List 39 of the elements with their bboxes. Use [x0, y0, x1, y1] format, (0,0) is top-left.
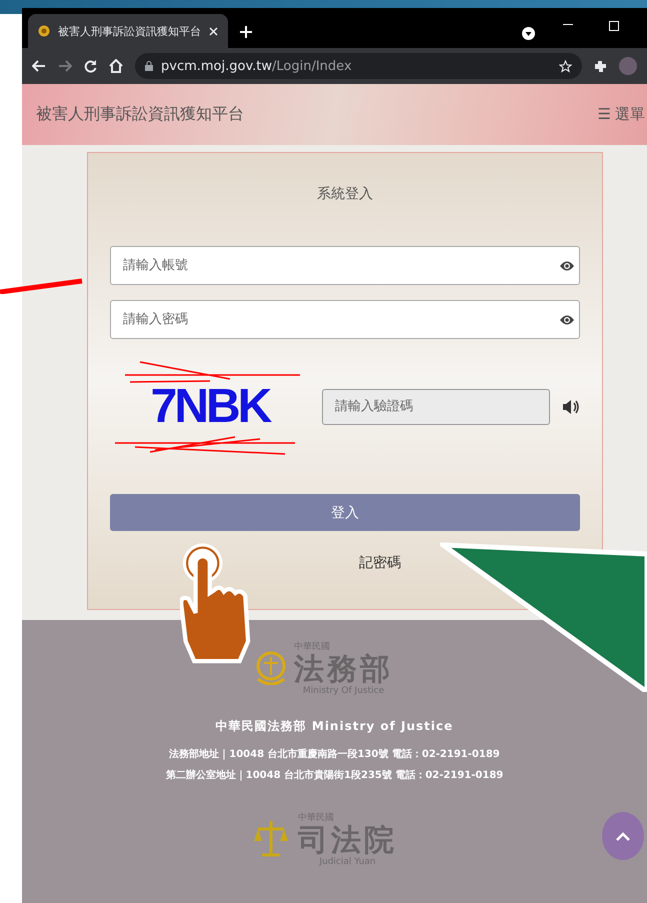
address-bar[interactable]: pvcm.moj.gov.tw/Login/Index — [135, 53, 582, 79]
input-field[interactable]: 請輸入密碼 — [121, 311, 559, 328]
forgot-password-link[interactable]: 記密碼 — [359, 554, 401, 572]
site-title: 被害人刑事訴訟資訊獲知平台 — [36, 104, 244, 125]
puzzle-icon[interactable] — [594, 60, 607, 72]
ministry-name: 中華民國法務部 Ministry of Justice — [216, 718, 454, 735]
eye-icon[interactable] — [559, 314, 575, 326]
chevron-up-icon — [616, 832, 630, 840]
new-tab-icon[interactable] — [240, 26, 252, 38]
url-text: pvcm.moj.gov.tw/Login/Index — [161, 58, 353, 74]
address-line: 法務部地址｜10048 台北市重慶南路一段130號 電話：02-2191-0189 — [169, 747, 500, 761]
tab-title: 被害人刑事訴訟資訊獲知平台 — [58, 24, 201, 38]
dropdown-icon[interactable] — [522, 27, 535, 40]
input-field[interactable]: 請輸入帳號 — [110, 246, 580, 285]
input-field[interactable]: 請輸入密碼 — [110, 300, 580, 339]
reload-icon[interactable] — [84, 60, 97, 72]
back-icon[interactable] — [32, 60, 46, 72]
address-line: 第二辦公室地址｜10048 台北市貴陽街1段235號 電話：02-2191-0189 — [166, 768, 504, 782]
home-icon[interactable] — [109, 59, 123, 73]
login-title: 系統登入 — [316, 185, 374, 203]
emblem-icon — [256, 651, 286, 685]
eye-icon[interactable] — [559, 260, 575, 272]
menu-button[interactable]: ☰ 選單 — [598, 105, 645, 124]
scales-icon — [252, 819, 290, 859]
captcha-image: 7NBK — [110, 356, 310, 456]
close-icon[interactable] — [209, 26, 218, 36]
speaker-icon[interactable] — [562, 398, 580, 414]
login-button[interactable]: 登入 — [110, 494, 580, 531]
browser-tab[interactable]: 被害人刑事訴訟資訊獲知平台 — [28, 14, 228, 48]
input-field[interactable]: 請輸入帳號 — [121, 257, 559, 274]
forward-icon[interactable] — [58, 60, 72, 72]
captcha-field[interactable]: 請輸入驗證碼 — [333, 398, 539, 415]
scroll-top-button[interactable] — [602, 812, 644, 860]
lock-icon — [145, 61, 153, 71]
star-icon[interactable] — [559, 60, 572, 72]
emblem-icon — [38, 25, 50, 37]
captcha-field[interactable]: 請輸入驗證碼 — [322, 388, 550, 424]
minimize-icon[interactable] — [563, 24, 573, 26]
maximize-icon[interactable] — [609, 21, 619, 31]
